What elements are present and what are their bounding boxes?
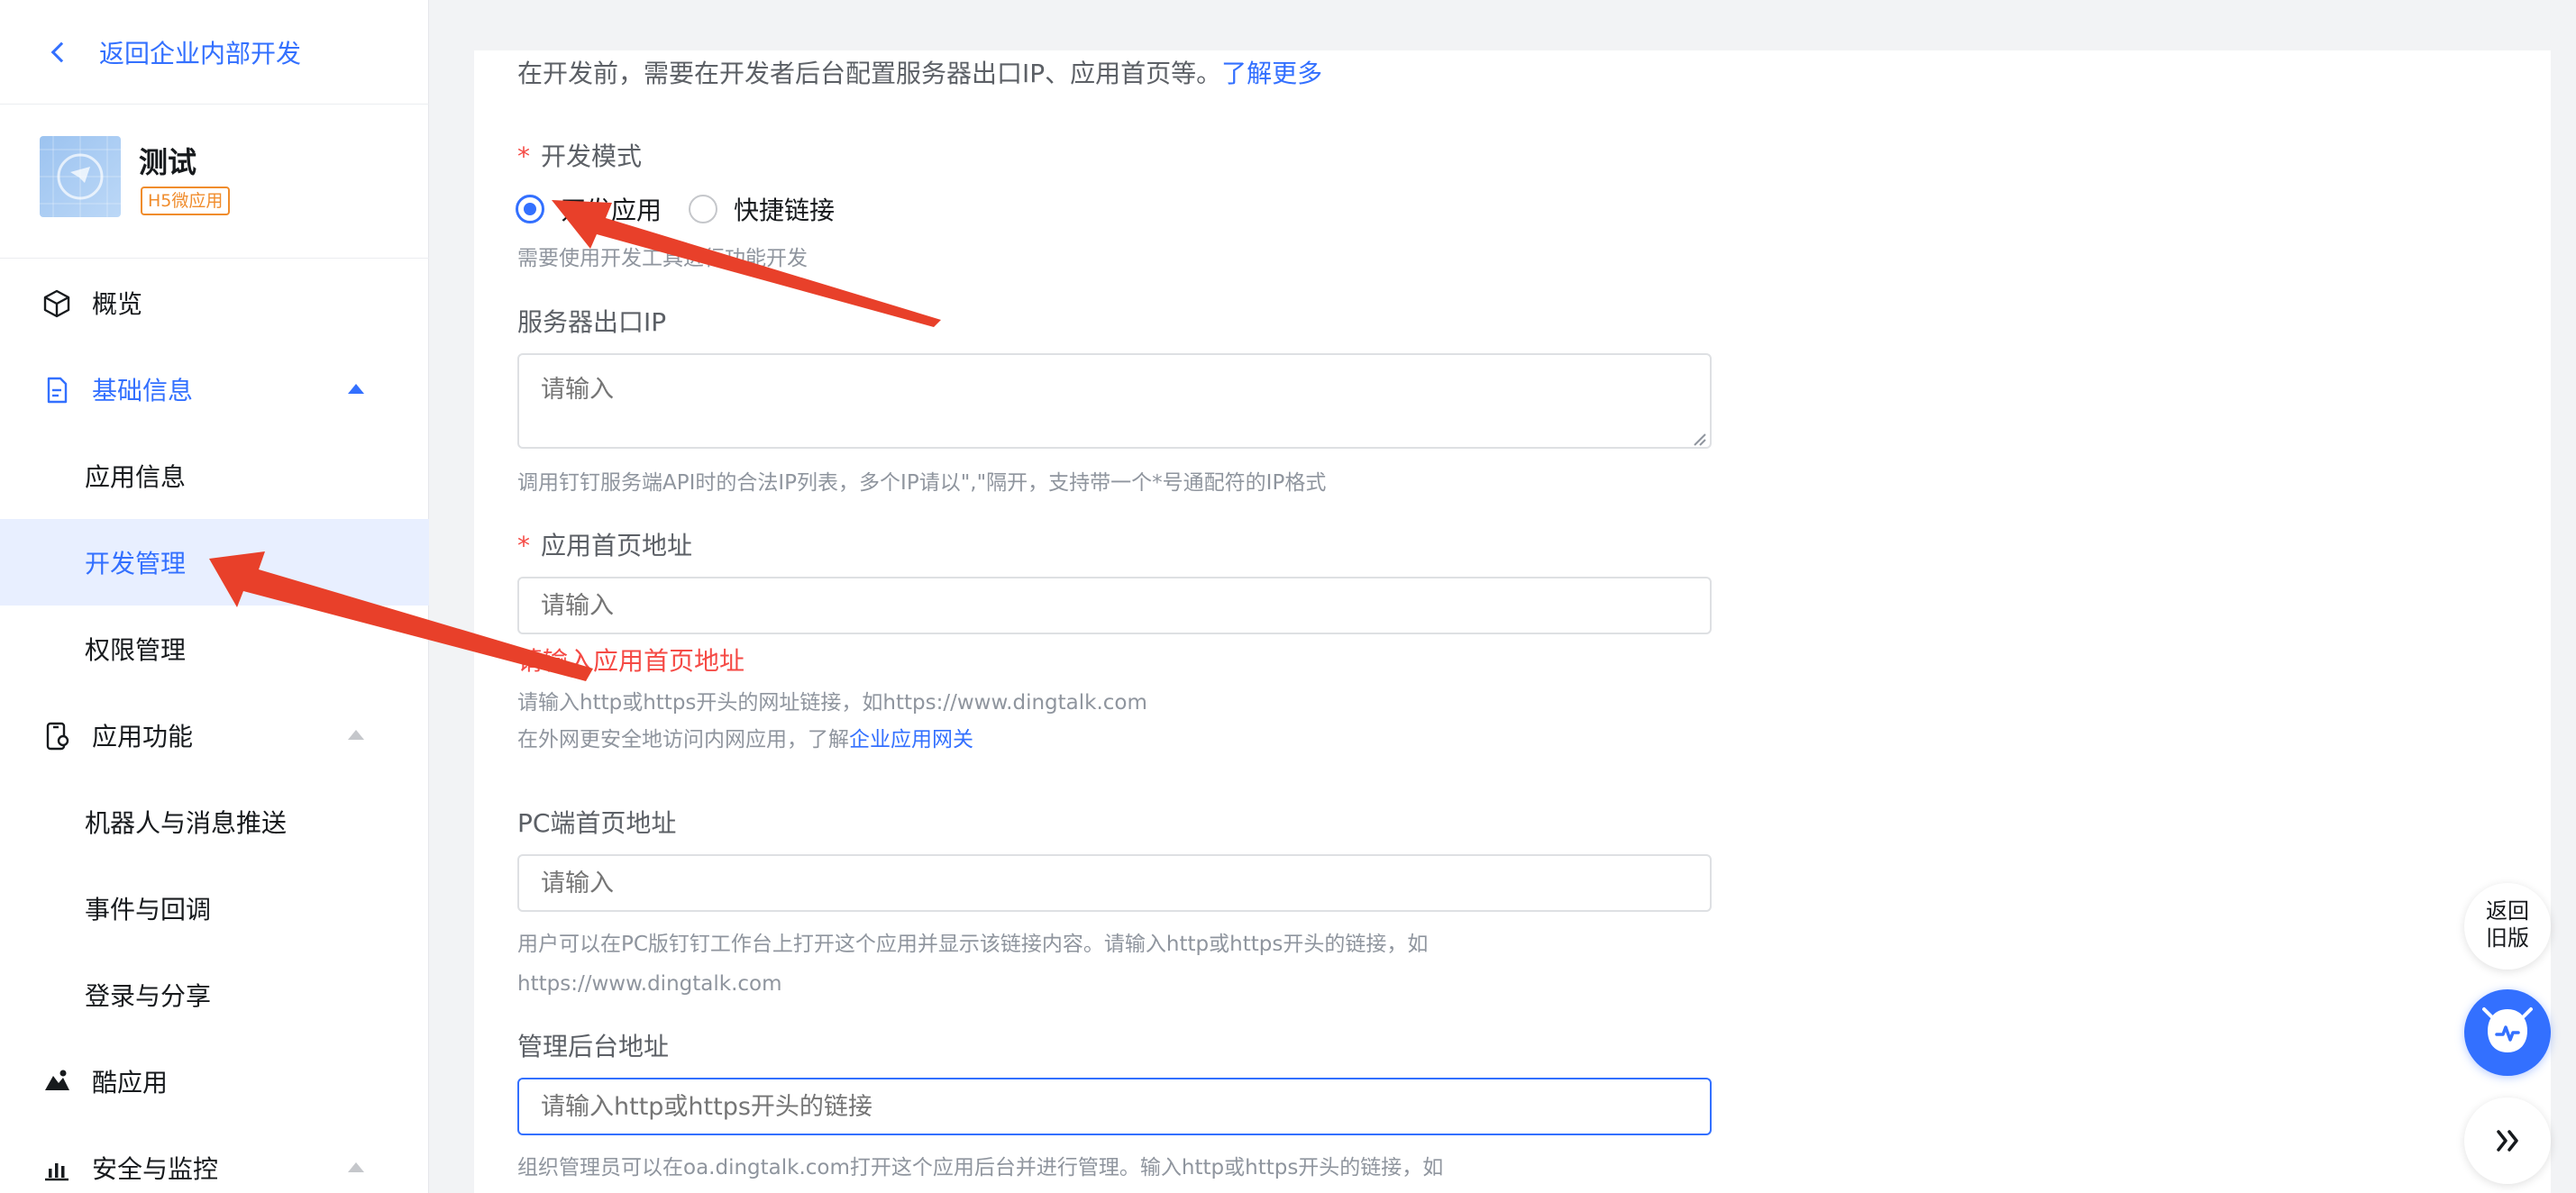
sidebar-group-basic-info[interactable]: 基础信息 bbox=[0, 346, 429, 433]
back-link-label: 返回企业内部开发 bbox=[99, 38, 302, 68]
server-ip-textarea[interactable] bbox=[517, 353, 1712, 449]
learn-more-link[interactable]: 了解更多 bbox=[1221, 59, 1322, 88]
homepage-label: * 应用首页地址 bbox=[517, 526, 692, 562]
phone-settings-icon bbox=[46, 722, 69, 751]
admin-url-label: 管理后台地址 bbox=[517, 1032, 670, 1061]
sidebar-item-overview[interactable]: 概览 bbox=[0, 260, 429, 346]
app-type-badge: H5微应用 bbox=[141, 187, 231, 215]
back-to-internal-dev-link[interactable]: 返回企业内部开发 bbox=[0, 0, 429, 105]
sidebar-item-app-info[interactable]: 应用信息 bbox=[0, 433, 429, 519]
radio-checked-icon bbox=[516, 195, 544, 223]
sidebar-item-dev-management[interactable]: 开发管理 bbox=[0, 519, 429, 606]
sidebar-item-label: 概览 bbox=[92, 289, 143, 319]
pc-homepage-url-input[interactable] bbox=[517, 854, 1712, 912]
sidebar-item-permission-management[interactable]: 权限管理 bbox=[0, 606, 429, 692]
sidebar-item-label: 机器人与消息推送 bbox=[85, 808, 288, 838]
homepage-hint: 请输入http或https开头的网址链接，如https://www.dingta… bbox=[517, 691, 1147, 715]
server-ip-hint: 调用钉钉服务端API时的合法IP列表，多个IP请以","隔开，支持带一个*号通配… bbox=[517, 471, 1327, 495]
server-ip-label: 服务器出口IP bbox=[517, 307, 667, 337]
radio-dev-app[interactable]: 开发应用 bbox=[516, 191, 662, 227]
homepage-error-message: 请输入应用首页地址 bbox=[517, 646, 745, 676]
sidebar-item-robot-messaging[interactable]: 机器人与消息推送 bbox=[0, 779, 429, 865]
admin-url-input[interactable] bbox=[517, 1078, 1712, 1135]
radio-label: 快捷链接 bbox=[734, 196, 836, 225]
sidebar: 返回企业内部开发 测试 H5微应用 概览 基础信息 应用信息 开发管理 权限管理… bbox=[0, 0, 429, 1193]
enterprise-gateway-link[interactable]: 企业应用网关 bbox=[849, 728, 973, 751]
sidebar-item-login-share[interactable]: 登录与分享 bbox=[0, 952, 429, 1038]
expand-panel-button[interactable] bbox=[2464, 1097, 2551, 1184]
required-asterisk: * bbox=[517, 531, 530, 560]
app-name: 测试 bbox=[139, 145, 197, 179]
intro-description: 在开发前，需要在开发者后台配置服务器出口IP、应用首页等。了解更多 bbox=[517, 54, 1322, 90]
sidebar-item-label: 权限管理 bbox=[85, 635, 187, 665]
radio-quick-link[interactable]: 快捷链接 bbox=[689, 191, 835, 227]
dev-mode-label-text: 开发模式 bbox=[541, 141, 643, 171]
radio-label: 开发应用 bbox=[561, 196, 662, 225]
sidebar-item-label: 登录与分享 bbox=[85, 981, 212, 1011]
return-old-version-button[interactable]: 返回 旧版 bbox=[2464, 883, 2551, 970]
cube-icon bbox=[43, 289, 70, 318]
sidebar-item-events-callbacks[interactable]: 事件与回调 bbox=[0, 865, 429, 952]
app-logo bbox=[40, 136, 121, 217]
required-asterisk: * bbox=[517, 141, 530, 171]
caret-up-icon bbox=[348, 730, 364, 740]
dev-mode-label: * 开发模式 bbox=[517, 137, 642, 173]
gateway-hint: 在外网更安全地访问内网应用，了解企业应用网关 bbox=[517, 721, 973, 759]
sidebar-group-app-features[interactable]: 应用功能 bbox=[0, 692, 429, 779]
admin-url-hint: 组织管理员可以在oa.dingtalk.com打开这个应用后台并进行管理。输入h… bbox=[517, 1156, 1444, 1179]
sidebar-nav: 概览 基础信息 应用信息 开发管理 权限管理 应用功能 机器人与消息推送 事件与… bbox=[0, 260, 429, 1193]
resize-handle-icon[interactable] bbox=[1691, 431, 1707, 447]
return-old-version-line2: 旧版 bbox=[2486, 925, 2529, 951]
caret-up-icon bbox=[348, 1162, 364, 1172]
cool-app-icon bbox=[45, 1070, 69, 1090]
document-icon bbox=[47, 377, 68, 404]
caret-up-icon bbox=[348, 384, 364, 394]
sidebar-item-label: 酷应用 bbox=[92, 1068, 169, 1097]
sidebar-item-label: 安全与监控 bbox=[92, 1154, 219, 1184]
double-chevron-right-icon bbox=[2497, 1130, 2518, 1152]
app-card: 测试 H5微应用 bbox=[0, 105, 429, 259]
pc-homepage-hint: 用户可以在PC版钉钉工作台上打开这个应用并显示该链接内容。请输入http或htt… bbox=[517, 933, 1429, 956]
radio-unchecked-icon bbox=[689, 195, 717, 223]
assistant-bot-icon bbox=[2482, 1007, 2533, 1052]
sidebar-item-label: 应用功能 bbox=[92, 722, 194, 751]
gateway-hint-text: 在外网更安全地访问内网应用，了解 bbox=[517, 728, 849, 751]
homepage-url-input[interactable] bbox=[517, 577, 1712, 634]
chevron-left-icon bbox=[50, 41, 72, 62]
top-strip bbox=[430, 0, 2576, 7]
pc-homepage-hint-url: https://www.dingtalk.com bbox=[517, 972, 782, 996]
intro-text: 在开发前，需要在开发者后台配置服务器出口IP、应用首页等。 bbox=[517, 59, 1222, 88]
dev-mode-hint: 需要使用开发工具进行功能开发 bbox=[517, 247, 808, 270]
sidebar-group-security-monitoring[interactable]: 安全与监控 bbox=[0, 1125, 429, 1193]
sidebar-item-label: 应用信息 bbox=[85, 462, 187, 492]
sidebar-item-label: 事件与回调 bbox=[85, 895, 212, 924]
sidebar-item-cool-app[interactable]: 酷应用 bbox=[0, 1038, 429, 1125]
pc-homepage-label: PC端首页地址 bbox=[517, 808, 677, 838]
return-old-version-line1: 返回 bbox=[2486, 898, 2529, 924]
assistant-bot-button[interactable] bbox=[2464, 989, 2551, 1076]
sidebar-item-label: 基础信息 bbox=[92, 376, 194, 405]
bar-chart-icon bbox=[45, 1163, 69, 1181]
homepage-label-text: 应用首页地址 bbox=[541, 531, 693, 560]
sidebar-item-label: 开发管理 bbox=[85, 549, 187, 578]
